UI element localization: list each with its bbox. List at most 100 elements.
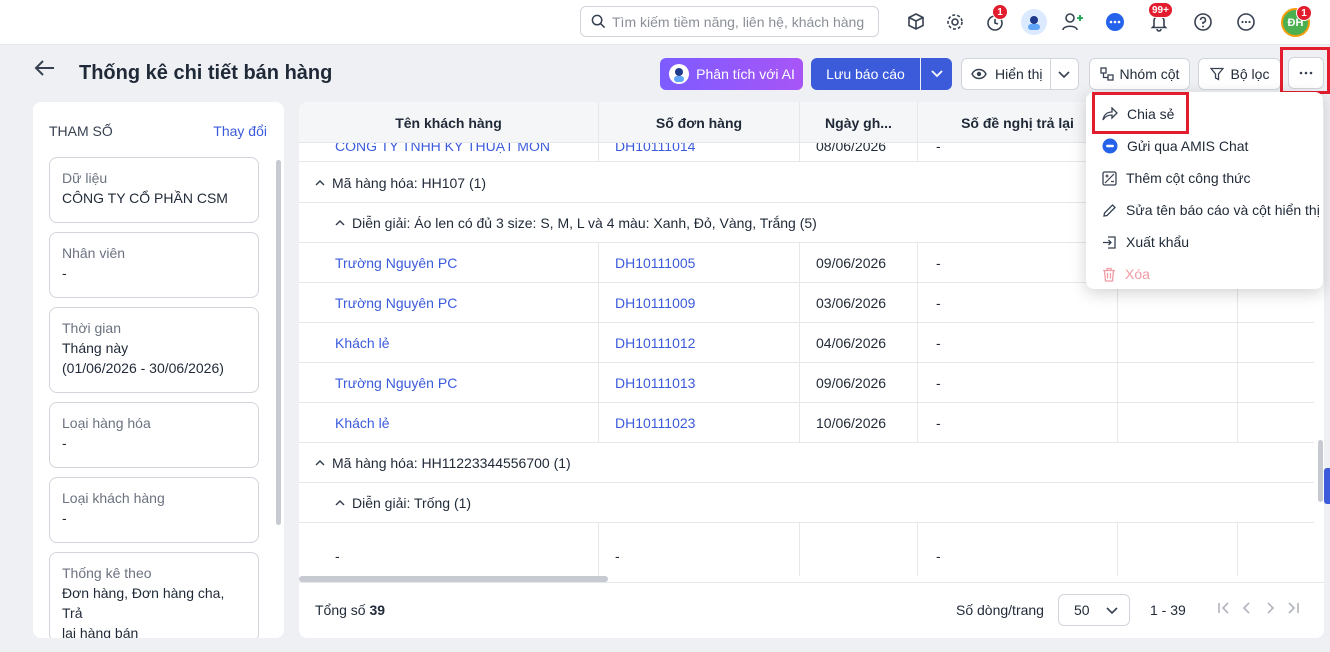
empty-cell <box>1118 523 1238 576</box>
return-cell: - <box>918 403 1118 443</box>
date-cell: 09/06/2026 <box>800 363 918 403</box>
box-icon[interactable] <box>903 9 929 35</box>
empty-cell <box>1118 363 1238 403</box>
param-label: Nhân viên <box>62 245 126 261</box>
subgroup-row[interactable]: Diễn giải: Trống (1) <box>299 483 1314 523</box>
date-cell <box>800 523 918 576</box>
group-columns-icon <box>1099 67 1114 81</box>
menu-item-label: Sửa tên báo cáo và cột hiển thị <box>1126 202 1320 218</box>
menu-item-label: Xóa <box>1125 266 1150 282</box>
param-value: CÔNG TY CỔ PHẦN CSM <box>62 190 228 206</box>
total-label: Tổng số <box>315 602 366 618</box>
previous-page-icon[interactable] <box>1240 601 1254 615</box>
param-card-employee[interactable]: Nhân viên - <box>49 232 259 298</box>
chevron-up-icon[interactable] <box>335 219 345 227</box>
panel-scrollbar[interactable] <box>276 160 281 525</box>
chevron-down-icon <box>930 70 943 78</box>
parameters-heading: THAM SỐ <box>49 123 113 139</box>
param-card-item-type[interactable]: Loại hàng hóa - <box>49 402 259 468</box>
table-row[interactable]: Khách lẻ DH10111012 04/06/2026 - <box>299 323 1314 363</box>
customer-cell[interactable]: Trường Nguyên PC <box>299 363 599 403</box>
customer-cell[interactable]: Khách lẻ <box>299 323 599 363</box>
amis-chat-icon <box>1102 138 1118 154</box>
column-header-date[interactable]: Ngày gh... <box>800 102 918 143</box>
param-card-time[interactable]: Thời gian Tháng này (01/06/2026 - 30/06/… <box>49 307 259 393</box>
param-card-customer-type[interactable]: Loại khách hàng - <box>49 477 259 543</box>
customer-cell[interactable]: Khách lẻ <box>299 403 599 443</box>
column-header-order[interactable]: Số đơn hàng <box>599 102 800 143</box>
menu-item-delete[interactable]: Xóa <box>1086 258 1323 290</box>
timer-badge: 1 <box>992 4 1008 20</box>
date-cell: 09/06/2026 <box>800 243 918 283</box>
order-cell[interactable]: DH10111009 <box>599 283 800 323</box>
param-value: Tháng này <box>62 340 129 356</box>
ai-assistant-icon[interactable] <box>1021 9 1047 35</box>
param-card-statistic-by[interactable]: Thống kê theo Đơn hàng, Đơn hàng cha, Tr… <box>49 552 259 638</box>
menu-item-label: Gửi qua AMIS Chat <box>1127 138 1249 154</box>
chevron-up-icon[interactable] <box>315 179 325 187</box>
save-report-label: Lưu báo cáo <box>826 66 905 82</box>
back-arrow-icon[interactable] <box>34 58 58 78</box>
filter-icon <box>1209 67 1224 81</box>
display-button[interactable]: Hiển thị <box>961 58 1079 90</box>
last-page-icon[interactable] <box>1286 601 1300 615</box>
filter-button[interactable]: Bộ lọc <box>1198 58 1281 90</box>
param-value: Đơn hàng, Đơn hàng cha, Trả <box>62 585 225 621</box>
total-value: 39 <box>369 602 386 618</box>
page-title: Thống kê chi tiết bán hàng <box>79 62 333 84</box>
first-page-icon[interactable] <box>1217 601 1231 615</box>
param-label: Thống kê theo <box>62 565 152 581</box>
table-row[interactable]: Khách lẻ DH10111023 10/06/2026 - <box>299 403 1314 443</box>
rows-per-page-select[interactable]: 50 <box>1058 594 1130 626</box>
param-label: Dữ liệu <box>62 170 108 186</box>
menu-item-export[interactable]: Xuất khẩu <box>1086 226 1323 258</box>
notification-badge: 99+ <box>1148 2 1173 18</box>
highlight-box <box>1092 92 1189 134</box>
add-user-icon[interactable] <box>1060 9 1086 35</box>
param-label: Loại khách hàng <box>62 490 165 506</box>
chat-icon[interactable] <box>1102 9 1128 35</box>
help-icon[interactable] <box>1190 9 1216 35</box>
order-cell[interactable]: DH10111023 <box>599 403 800 443</box>
group-row[interactable]: Mã hàng hóa: HH11223344556700 (1) <box>299 443 1314 483</box>
page-range: 1 - 39 <box>1150 602 1186 618</box>
gear-icon[interactable] <box>942 9 968 35</box>
chevron-up-icon[interactable] <box>335 499 345 507</box>
divider <box>1050 59 1051 89</box>
side-tab[interactable] <box>1324 468 1330 504</box>
order-cell[interactable]: DH10111012 <box>599 323 800 363</box>
chevron-up-icon[interactable] <box>315 459 325 467</box>
return-cell: - <box>918 363 1118 403</box>
order-cell[interactable]: DH10111005 <box>599 243 800 283</box>
search-input[interactable]: Tìm kiếm tiềm năng, liên hệ, khách hàng <box>580 6 879 37</box>
pencil-icon <box>1103 203 1116 217</box>
eye-icon <box>971 68 987 80</box>
filter-label: Bộ lọc <box>1230 66 1270 82</box>
customer-cell: - <box>299 523 599 576</box>
subgroup-label: Diễn giải: Trống (1) <box>352 494 472 511</box>
customer-cell[interactable]: Trường Nguyên PC <box>299 283 599 323</box>
order-cell[interactable]: DH10111013 <box>599 363 800 403</box>
ai-analysis-button[interactable]: Phân tích với AI <box>660 58 803 90</box>
customer-cell[interactable]: Trường Nguyên PC <box>299 243 599 283</box>
vertical-scrollbar[interactable] <box>1318 440 1323 502</box>
highlight-box <box>1280 47 1330 94</box>
display-label: Hiển thị <box>995 66 1043 82</box>
table-row[interactable]: - - - <box>299 523 1314 576</box>
group-columns-button[interactable]: Nhóm cột <box>1089 58 1190 90</box>
param-value: - <box>62 265 67 281</box>
table-row[interactable]: Trường Nguyên PC DH10111013 09/06/2026 - <box>299 363 1314 403</box>
menu-item-add-formula-column[interactable]: Thêm cột công thức <box>1086 162 1323 194</box>
rows-per-page-value: 50 <box>1074 602 1090 618</box>
save-dropdown-button[interactable] <box>921 58 952 90</box>
param-card-data[interactable]: Dữ liệu CÔNG TY CỔ PHẦN CSM <box>49 157 259 223</box>
menu-item-amis-chat[interactable]: Gửi qua AMIS Chat <box>1086 130 1323 162</box>
chevron-down-icon[interactable] <box>1058 66 1070 82</box>
column-header-customer[interactable]: Tên khách hàng <box>299 102 599 143</box>
menu-item-rename[interactable]: Sửa tên báo cáo và cột hiển thị <box>1086 194 1323 226</box>
change-parameters-link[interactable]: Thay đổi <box>213 123 267 139</box>
next-page-icon[interactable] <box>1263 601 1277 615</box>
param-value: - <box>62 435 67 451</box>
save-report-button[interactable]: Lưu báo cáo <box>811 58 920 90</box>
more-apps-icon[interactable] <box>1233 9 1259 35</box>
